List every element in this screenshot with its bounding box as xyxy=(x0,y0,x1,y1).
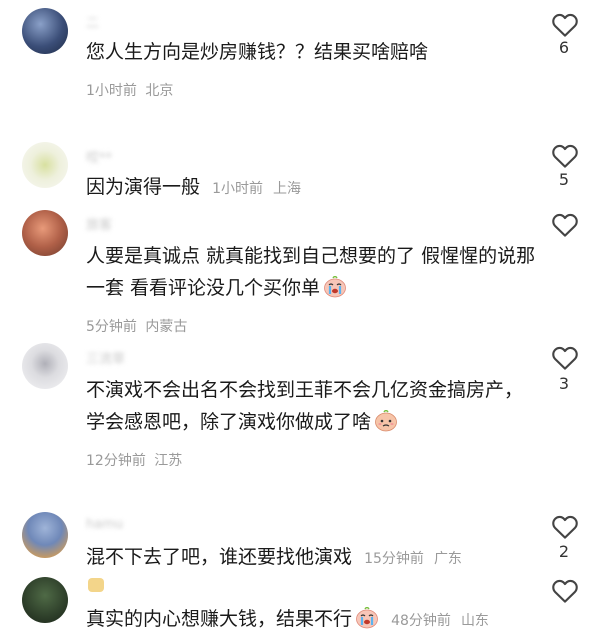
comment-location: 上海 xyxy=(273,181,302,197)
heart-icon[interactable] xyxy=(550,343,580,373)
comment-time: 12分钟前 xyxy=(86,453,146,469)
comment-location: 山东 xyxy=(460,613,489,629)
username[interactable]: 哎** xyxy=(86,147,112,166)
comment-location: 广东 xyxy=(433,551,462,567)
sad-face-emoji xyxy=(374,410,398,432)
comment-meta: 12分钟前 江苏 xyxy=(86,450,182,470)
avatar[interactable] xyxy=(22,577,68,623)
username[interactable]: 三流草 xyxy=(86,348,125,367)
comment-text: 混不下去了吧，谁还要找他演戏 15分钟前 广东 xyxy=(86,541,526,575)
comment-text-body: 因为演得一般 xyxy=(86,176,201,198)
comment-time: 1小时前 xyxy=(212,181,263,197)
like-count: 2 xyxy=(558,542,570,561)
comment-text: 因为演得一般 1小时前 上海 xyxy=(86,171,526,205)
like-count: 3 xyxy=(558,374,570,393)
comment-location: 江苏 xyxy=(154,453,183,469)
heart-icon[interactable] xyxy=(550,141,580,171)
username[interactable]: 二 xyxy=(86,12,99,31)
username[interactable]: hamu xyxy=(86,517,123,532)
comment-text-body: 混不下去了吧，谁还要找他演戏 xyxy=(86,546,353,568)
avatar[interactable] xyxy=(22,8,68,54)
comment-text: 人要是真诚点 就真能找到自己想要的了 假惺惺的说那一套 看看评论没几个买你单 xyxy=(86,240,536,304)
like-count: 6 xyxy=(558,38,570,57)
avatar[interactable] xyxy=(22,142,68,188)
comment-time: 15分钟前 xyxy=(364,551,424,567)
avatar[interactable] xyxy=(22,343,68,389)
comment-text: 不演戏不会出名不会找到王菲不会几亿资金搞房产，学会感恩吧，除了演戏你做成了啥 xyxy=(86,374,541,438)
comment-text: 您人生方向是炒房赚钱？？结果买啥赔啥 xyxy=(86,41,429,63)
comment-meta: 5分钟前 内蒙古 xyxy=(86,316,187,336)
comment-text-body: 真实的内心想赚大钱，结果不行 xyxy=(86,608,353,630)
comment-time: 5分钟前 xyxy=(86,319,137,335)
crying-face-emoji xyxy=(355,607,379,629)
comment-text-body: 人要是真诚点 就真能找到自己想要的了 假惺惺的说那一套 看看评论没几个买你单 xyxy=(86,245,536,299)
comment-text: 真实的内心想赚大钱，结果不行 48分钟前 山东 xyxy=(86,603,526,637)
username[interactable]: 旅客 xyxy=(86,214,112,233)
avatar-badge xyxy=(88,578,104,592)
comment-meta: 1小时前 北京 xyxy=(86,80,173,100)
heart-icon[interactable] xyxy=(550,210,580,240)
like-count: 5 xyxy=(558,170,570,189)
comment-time: 48分钟前 xyxy=(391,613,451,629)
crying-face-emoji xyxy=(323,276,347,298)
heart-icon[interactable] xyxy=(550,10,580,40)
avatar[interactable] xyxy=(22,512,68,558)
heart-icon[interactable] xyxy=(550,512,580,542)
heart-icon[interactable] xyxy=(550,576,580,606)
comment-time: 1小时前 xyxy=(86,83,137,99)
comment-location: 内蒙古 xyxy=(145,319,188,335)
comment-location: 北京 xyxy=(145,83,174,99)
comment-text-body: 不演戏不会出名不会找到王菲不会几亿资金搞房产，学会感恩吧，除了演戏你做成了啥 xyxy=(86,379,524,433)
avatar[interactable] xyxy=(22,210,68,256)
